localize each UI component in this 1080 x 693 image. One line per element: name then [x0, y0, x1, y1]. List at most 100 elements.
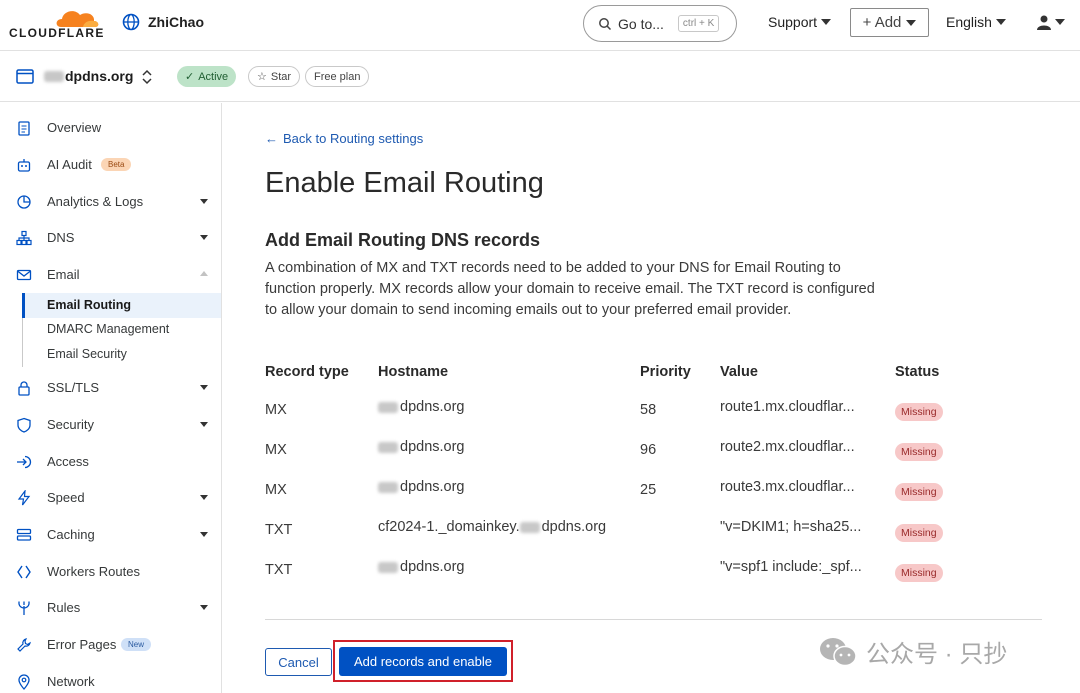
- status-badge: Missing: [895, 403, 943, 421]
- column-header-hostname: Hostname: [378, 364, 449, 380]
- sidebar-item-access[interactable]: Access: [0, 447, 222, 477]
- hostname-text: dpdns.org: [400, 399, 465, 415]
- sidebar-item-label: Caching: [47, 527, 95, 542]
- column-header-status: Status: [895, 364, 940, 380]
- sidebar-item-overview[interactable]: Overview: [0, 113, 222, 143]
- clipboard-icon: [18, 121, 30, 136]
- status-label: Active: [198, 70, 229, 83]
- redacted-text: [44, 71, 64, 82]
- value-cell: "v=DKIM1; h=sha25...: [720, 519, 862, 535]
- goto-search[interactable]: Go to... ctrl + K: [583, 5, 737, 42]
- value-cell: route2.mx.cloudflar...: [720, 439, 855, 455]
- status-badge: Missing: [895, 483, 943, 501]
- beta-badge: Beta: [101, 158, 132, 171]
- sidebar-item-ai-audit[interactable]: AI Audit Beta: [0, 150, 222, 180]
- zone-bar: dpdns.org ✓ Active ☆ Star Free plan: [0, 51, 1080, 102]
- hostname-cell: dpdns.org: [378, 399, 465, 415]
- zone-name[interactable]: dpdns.org: [65, 68, 133, 84]
- submenu-item-email-routing[interactable]: Email Routing: [47, 298, 131, 312]
- browser-window-icon: [16, 69, 34, 84]
- support-menu[interactable]: Support: [768, 14, 832, 30]
- support-label: Support: [768, 14, 818, 30]
- priority-cell: 58: [640, 402, 657, 418]
- goto-label: Go to...: [618, 15, 664, 32]
- chevron-down-icon: [200, 235, 208, 240]
- hostname-cell: cf2024-1._domainkey. dpdns.org: [378, 519, 606, 535]
- redacted-text: [378, 481, 398, 493]
- plan-label: Free plan: [314, 70, 361, 83]
- sidebar-item-analytics[interactable]: Analytics & Logs: [0, 187, 222, 217]
- add-records-button[interactable]: Add records and enable: [339, 647, 507, 676]
- workers-icon: [17, 565, 31, 579]
- cancel-button[interactable]: Cancel: [265, 648, 332, 676]
- status-badge: ✓ Active: [177, 66, 237, 87]
- sidebar-item-label: Analytics & Logs: [47, 194, 144, 209]
- section-description: A combination of MX and TXT records need…: [265, 260, 875, 318]
- sidebar-item-label: Network: [47, 674, 95, 689]
- server-stack-icon: [16, 528, 32, 541]
- star-label: Star: [270, 70, 292, 83]
- record-type-cell: MX: [265, 482, 287, 498]
- sidebar-item-rules[interactable]: Rules: [0, 593, 222, 623]
- redacted-text: [378, 441, 398, 453]
- user-menu[interactable]: [1036, 14, 1065, 30]
- sidebar-item-caching[interactable]: Caching: [0, 520, 222, 550]
- sidebar-item-label: Access: [47, 454, 89, 469]
- sidebar-item-security[interactable]: Security: [0, 410, 222, 440]
- back-link-label: Back to Routing settings: [283, 131, 424, 146]
- switch-zone-icon[interactable]: [141, 68, 153, 86]
- sidebar-item-network[interactable]: Network: [0, 667, 222, 693]
- submenu-item-dmarc[interactable]: DMARC Management: [47, 322, 169, 336]
- pie-chart-icon: [17, 195, 31, 209]
- sidebar-item-workers-routes[interactable]: Workers Routes: [0, 557, 222, 587]
- add-button[interactable]: + Add: [850, 8, 929, 37]
- chevron-down-icon: [1055, 19, 1065, 25]
- chevron-down-icon: [906, 19, 917, 26]
- add-label: + Add: [862, 14, 902, 31]
- sidebar-item-email[interactable]: Email: [0, 260, 222, 290]
- user-icon: [1037, 15, 1051, 30]
- hostname-cell: dpdns.org: [378, 559, 465, 575]
- record-type-cell: MX: [265, 442, 287, 458]
- sidebar: Overview AI Audit Beta Analytics & Logs …: [0, 103, 222, 693]
- new-badge: New: [121, 638, 152, 651]
- hostname-text: dpdns.org: [541, 519, 607, 535]
- column-header-value: Value: [720, 364, 758, 380]
- hostname-cell: dpdns.org: [378, 479, 465, 495]
- plan-badge[interactable]: Free plan: [305, 66, 370, 87]
- language-menu[interactable]: English: [946, 14, 1006, 30]
- sign-in-icon: [17, 455, 32, 469]
- robot-icon: [17, 159, 31, 172]
- goto-shortcut: ctrl + K: [677, 15, 720, 32]
- lock-icon: [18, 381, 30, 396]
- sidebar-item-label: Error Pages: [47, 637, 117, 652]
- account-name: ZhiChao: [148, 14, 204, 30]
- chevron-down-icon: [200, 422, 208, 427]
- back-link[interactable]: ← Back to Routing settings: [265, 131, 423, 146]
- search-icon: [599, 17, 612, 30]
- star-button[interactable]: ☆ Star: [248, 66, 301, 87]
- chevron-down-icon: [200, 495, 208, 500]
- value-cell: route3.mx.cloudflar...: [720, 479, 855, 495]
- status-badge: Missing: [895, 564, 943, 582]
- sidebar-item-label: SSL/TLS: [47, 380, 100, 395]
- hostname-text: dpdns.org: [400, 439, 465, 455]
- hostname-text: dpdns.org: [400, 559, 465, 575]
- check-icon: ✓: [185, 71, 195, 83]
- watermark: 公众号 · 只抄: [818, 634, 1007, 669]
- logo-text: CLOUDFLARE: [9, 26, 105, 40]
- record-type-cell: TXT: [265, 522, 293, 538]
- cloudflare-logo[interactable]: CLOUDFLARE: [9, 5, 105, 41]
- status-badge: Missing: [895, 443, 943, 461]
- fork-icon: [18, 601, 30, 615]
- chevron-down-icon: [821, 19, 832, 25]
- account-switcher[interactable]: ZhiChao: [122, 13, 204, 31]
- sidebar-item-ssl-tls[interactable]: SSL/TLS: [0, 373, 222, 403]
- sidebar-item-speed[interactable]: Speed: [0, 483, 222, 513]
- sidebar-item-label: Security: [47, 417, 94, 432]
- sidebar-item-dns[interactable]: DNS: [0, 223, 222, 253]
- sidebar-item-error-pages[interactable]: Error Pages New: [0, 630, 222, 660]
- wechat-icon: [820, 637, 857, 666]
- submenu-item-email-security[interactable]: Email Security: [47, 347, 127, 361]
- watermark-text: 公众号 · 只抄: [866, 641, 1008, 668]
